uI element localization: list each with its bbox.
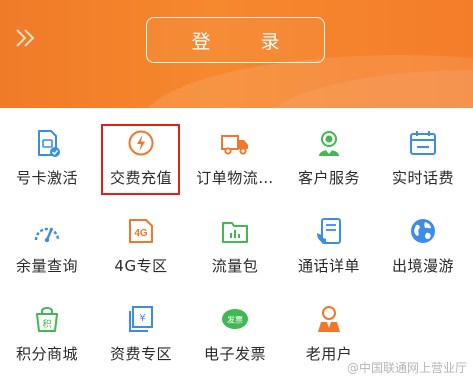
- service-4g-zone[interactable]: 4G 4G专区: [94, 196, 188, 284]
- service-roaming[interactable]: 出境漫游: [376, 196, 470, 284]
- signal-gauge-icon: [34, 227, 60, 243]
- login-button[interactable]: 登 录: [146, 17, 325, 63]
- watermark-text: @中国联通网上营业厅: [346, 361, 467, 375]
- header-banner: 登 录: [0, 0, 473, 108]
- user-icon: [318, 306, 340, 332]
- customer-service-agent-icon: [319, 131, 339, 156]
- service-label: 客户服务: [297, 169, 360, 187]
- svg-text:¥: ¥: [139, 313, 145, 324]
- service-label: 流量包: [211, 257, 259, 275]
- shopping-bag-icon: 积: [36, 307, 58, 332]
- service-grid: 号卡激活 交费充值 订单物流… 客户服务 实时话费 余量查询 4G 4G专区 流…: [0, 108, 473, 380]
- service-realtime-bill[interactable]: 实时话费: [376, 108, 470, 196]
- service-label: 实时话费: [391, 169, 454, 187]
- service-activate-card[interactable]: 号卡激活: [0, 108, 94, 196]
- service-call-detail[interactable]: 通话详单: [282, 196, 376, 284]
- service-balance-query[interactable]: 余量查询: [0, 196, 94, 284]
- service-tariff-zone[interactable]: ¥ 资费专区: [94, 284, 188, 372]
- calendar-icon: [410, 131, 436, 155]
- service-e-invoice[interactable]: 发票 电子发票: [188, 284, 282, 372]
- svg-text:积: 积: [42, 318, 51, 330]
- sim-card-icon: [38, 130, 60, 157]
- service-label: 积分商城: [15, 345, 78, 363]
- service-label: 4G专区: [114, 257, 168, 275]
- service-data-pack[interactable]: 流量包: [188, 196, 282, 284]
- 4g-badge-icon: 4G: [129, 219, 153, 243]
- service-order-logistics[interactable]: 订单物流…: [188, 108, 282, 196]
- globe-icon: [411, 219, 435, 243]
- service-label: 老用户: [305, 345, 353, 363]
- folder-chart-icon: [222, 222, 248, 243]
- service-label: 余量查询: [15, 257, 78, 275]
- service-label: 电子发票: [203, 345, 266, 363]
- delivery-truck-icon: [221, 135, 248, 155]
- svg-text:4G: 4G: [134, 228, 148, 239]
- phone-document-icon: [317, 218, 341, 244]
- double-chevron-right-icon[interactable]: [14, 27, 38, 49]
- service-label: 出境漫游: [391, 257, 454, 275]
- service-customer-service[interactable]: 客户服务: [282, 108, 376, 196]
- service-label: 号卡激活: [15, 169, 78, 187]
- tariff-document-icon: ¥: [129, 306, 153, 332]
- service-points-mall[interactable]: 积 积分商城: [0, 284, 94, 372]
- highlight-box: [101, 124, 180, 195]
- service-label: 通话详单: [297, 257, 360, 275]
- svg-text:发票: 发票: [227, 315, 243, 325]
- service-label: 资费专区: [109, 345, 172, 363]
- invoice-badge-icon: 发票: [222, 309, 248, 329]
- service-label: 订单物流…: [196, 169, 274, 187]
